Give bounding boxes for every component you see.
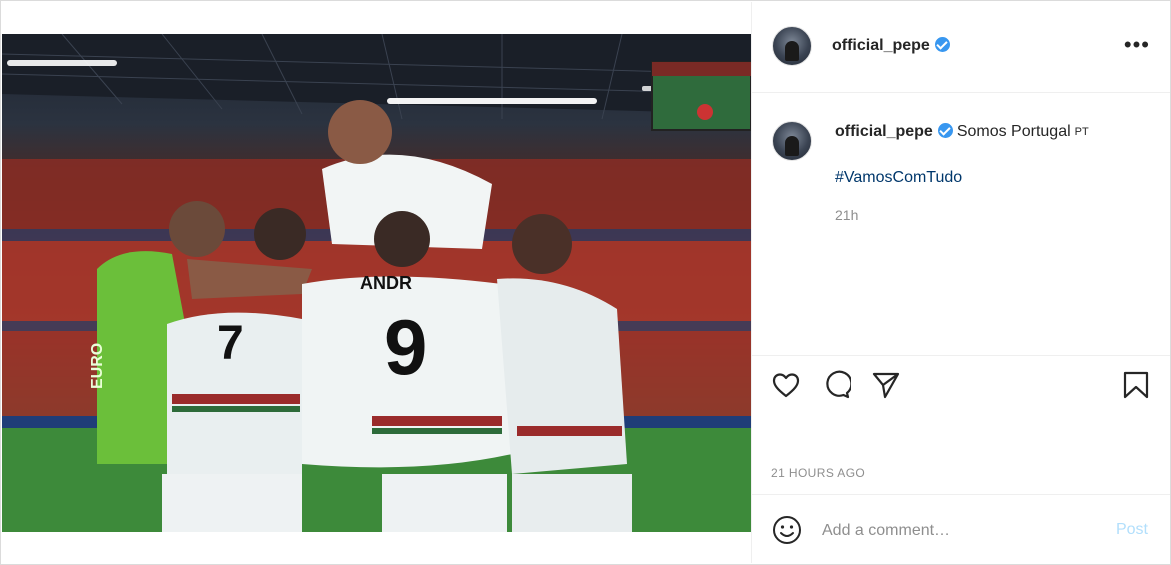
more-options-icon[interactable]: ••• [1124,34,1150,56]
caption-line: official_pepe Somos Portugal PT [835,123,1089,141]
comment-input[interactable] [820,517,1104,545]
verified-badge-icon [937,123,953,138]
caption-avatar[interactable] [772,121,812,161]
header-username[interactable]: official_pepe [832,37,950,55]
caption-username[interactable]: official_pepe [835,123,933,140]
caption-text: Somos Portugal [956,123,1071,140]
left-jersey-number: 7 [217,317,244,370]
comment-bubble-icon[interactable] [821,370,851,400]
heart-icon[interactable] [771,370,801,400]
post-photo[interactable]: ANDR 9 7 EURO [2,34,751,532]
paper-plane-icon[interactable] [871,370,901,400]
header-username-text[interactable]: official_pepe [832,37,930,54]
comment-bar: Post [752,494,1170,564]
flag-label: PT [1074,126,1089,138]
celebration-photo-illustration: ANDR 9 7 EURO [2,34,751,532]
jersey-name: ANDR [360,273,412,293]
jersey-number: 9 [384,303,427,391]
post-media: ANDR 9 7 EURO [2,2,752,563]
caption-area: official_pepe Somos Portugal PT #VamosComT… [752,93,1170,355]
post-header: official_pepe ••• [752,2,1170,93]
caption-timestamp[interactable]: 21h [835,207,858,223]
post-comment-button[interactable]: Post [1116,521,1148,539]
action-bar: 21 HOURS AGO [752,355,1170,480]
bookmark-icon[interactable] [1121,370,1151,400]
bib-text: EURO [89,343,106,389]
verified-badge-icon [934,37,950,52]
instagram-post-modal: ANDR 9 7 EURO official_pepe ••• official… [0,0,1171,565]
post-timestamp[interactable]: 21 HOURS AGO [771,466,865,480]
avatar[interactable] [772,26,812,66]
post-sidebar: official_pepe ••• official_pepe Somos Por… [752,2,1170,563]
hashtag-link[interactable]: #VamosComTudo [835,169,962,187]
smiley-icon[interactable] [772,515,802,545]
